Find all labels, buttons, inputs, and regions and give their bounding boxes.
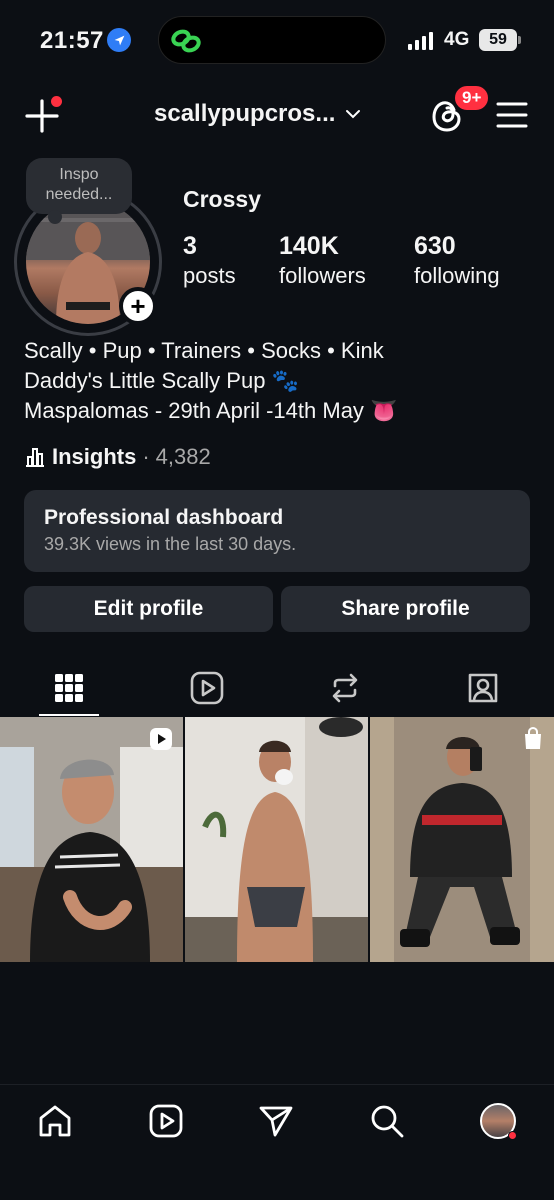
bar-chart-icon: [26, 448, 44, 467]
insights-separator: ·: [142, 444, 150, 469]
note-bubble[interactable]: Inspo needed...: [26, 158, 132, 224]
dashboard-title: Professional dashboard: [44, 506, 284, 529]
grid-icon: [55, 674, 83, 702]
status-bar: 21:57 4G 59: [0, 0, 554, 80]
username: scallypupcros...: [154, 100, 336, 127]
account-switcher[interactable]: scallypupcros...: [154, 100, 361, 128]
bio-line: Scally • Pup • Trainers • Socks • Kink: [24, 338, 384, 363]
tab-tagged[interactable]: [414, 660, 552, 716]
bottom-navigation: [0, 1084, 554, 1200]
direct-icon: [259, 1106, 293, 1137]
post-thumbnail[interactable]: [370, 717, 554, 962]
reels-icon: [190, 671, 224, 705]
insights-label: Insights: [52, 444, 137, 469]
professional-dashboard-card[interactable]: Professional dashboard 39.3K views in th…: [24, 490, 530, 572]
signal-icon: [408, 32, 433, 50]
stat-value: 3: [183, 232, 197, 260]
reposts-icon: [332, 673, 358, 703]
bio: Scally • Pup • Trainers • Socks • Kink D…: [24, 336, 397, 426]
create-button[interactable]: [24, 96, 62, 134]
nav-reels[interactable]: [146, 1101, 186, 1141]
share-profile-button[interactable]: Share profile: [281, 586, 530, 632]
tab-grid[interactable]: [0, 660, 138, 716]
home-icon: [39, 1105, 71, 1137]
notification-dot: [508, 1131, 517, 1140]
active-tab-indicator: [39, 714, 99, 716]
notification-dot: [51, 96, 62, 107]
link-icon: [169, 27, 203, 60]
stat-label: following: [414, 263, 500, 288]
network-type: 4G: [444, 29, 470, 50]
reels-icon: [149, 1104, 183, 1138]
stat-label: posts: [183, 263, 236, 288]
stat-value: 140K: [279, 232, 339, 260]
chevron-down-icon: [346, 110, 361, 119]
post-thumbnail[interactable]: [185, 717, 368, 962]
tab-reels[interactable]: [138, 660, 276, 716]
post-grid: [0, 717, 554, 962]
insights-count: 4,382: [155, 444, 211, 469]
bio-line: Daddy's Little Scally Pup 🐾: [24, 368, 299, 393]
dynamic-island: [158, 16, 386, 64]
stat-followers[interactable]: 140K followers: [279, 232, 366, 289]
display-name: Crossy: [183, 186, 261, 212]
status-time: 21:57: [40, 27, 104, 54]
battery-icon: 59: [479, 29, 521, 51]
stat-value: 630: [414, 232, 456, 260]
nav-direct[interactable]: [256, 1101, 296, 1141]
stat-posts[interactable]: 3 posts: [183, 232, 236, 289]
tagged-icon: [468, 673, 498, 703]
stat-following[interactable]: 630 following: [414, 232, 500, 289]
insights-link[interactable]: Insights · 4,382: [24, 444, 211, 470]
location-arrow-icon: [107, 28, 131, 52]
profile-tabs: [0, 660, 554, 716]
post-thumbnail[interactable]: [0, 717, 183, 962]
nav-profile[interactable]: [478, 1101, 518, 1141]
note-text: Inspo needed...: [45, 166, 113, 203]
hamburger-menu-icon: [496, 102, 528, 128]
tab-reposts[interactable]: [276, 660, 414, 716]
nav-search[interactable]: [367, 1101, 407, 1141]
shopping-bag-icon: [522, 726, 544, 756]
stat-label: followers: [279, 263, 366, 288]
menu-button[interactable]: [496, 100, 528, 130]
search-icon: [371, 1105, 404, 1138]
add-story-button[interactable]: +: [119, 287, 157, 325]
bio-line: Maspalomas - 29th April -14th May 👅: [24, 398, 398, 423]
profile-avatar: [480, 1103, 517, 1140]
edit-profile-button[interactable]: Edit profile: [24, 586, 273, 632]
dashboard-subtitle: 39.3K views in the last 30 days.: [44, 534, 297, 554]
reel-icon: [149, 727, 173, 756]
notification-badge: 9+: [453, 84, 491, 112]
nav-home[interactable]: [35, 1101, 75, 1141]
